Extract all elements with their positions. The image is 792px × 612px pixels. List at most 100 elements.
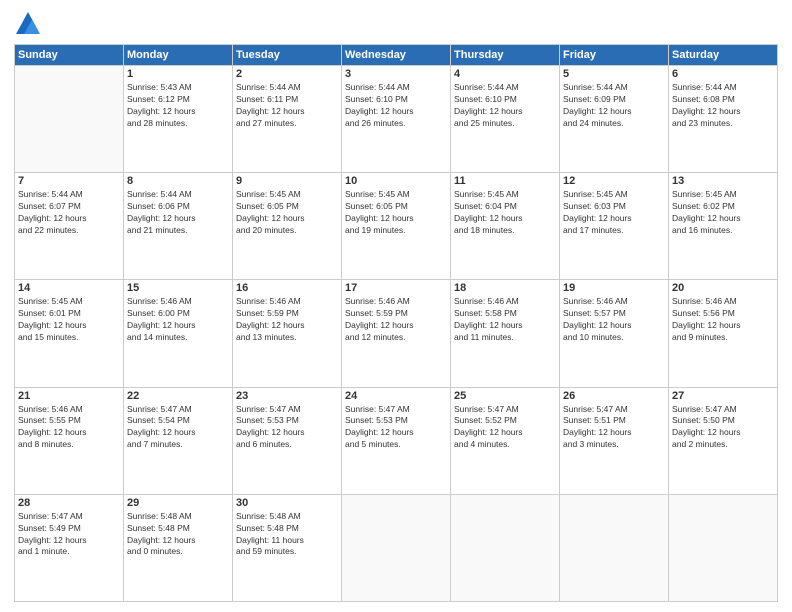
day-info: Sunrise: 5:46 AM Sunset: 5:58 PM Dayligh…	[454, 296, 556, 344]
day-info: Sunrise: 5:45 AM Sunset: 6:05 PM Dayligh…	[236, 189, 338, 237]
day-number: 18	[454, 282, 556, 294]
day-number: 28	[18, 497, 120, 509]
calendar-cell: 27 Sunrise: 5:47 AM Sunset: 5:50 PM Dayli…	[669, 387, 778, 494]
weekday-header-tuesday: Tuesday	[233, 45, 342, 66]
calendar-cell	[342, 494, 451, 601]
day-number: 6	[672, 68, 774, 80]
page: SundayMondayTuesdayWednesdayThursdayFrid…	[0, 0, 792, 612]
day-number: 3	[345, 68, 447, 80]
calendar-cell: 30 Sunrise: 5:48 AM Sunset: 5:48 PM Dayli…	[233, 494, 342, 601]
day-number: 7	[18, 175, 120, 187]
calendar-cell: 19 Sunrise: 5:46 AM Sunset: 5:57 PM Dayli…	[560, 280, 669, 387]
day-number: 27	[672, 390, 774, 402]
calendar-cell	[560, 494, 669, 601]
calendar-cell: 18 Sunrise: 5:46 AM Sunset: 5:58 PM Dayli…	[451, 280, 560, 387]
day-number: 20	[672, 282, 774, 294]
weekday-header-saturday: Saturday	[669, 45, 778, 66]
calendar-table: SundayMondayTuesdayWednesdayThursdayFrid…	[14, 44, 778, 602]
calendar-cell: 4 Sunrise: 5:44 AM Sunset: 6:10 PM Daylig…	[451, 66, 560, 173]
calendar-cell: 20 Sunrise: 5:46 AM Sunset: 5:56 PM Dayli…	[669, 280, 778, 387]
day-info: Sunrise: 5:47 AM Sunset: 5:53 PM Dayligh…	[345, 404, 447, 452]
day-number: 25	[454, 390, 556, 402]
calendar-week-row: 7 Sunrise: 5:44 AM Sunset: 6:07 PM Daylig…	[15, 173, 778, 280]
day-number: 2	[236, 68, 338, 80]
day-info: Sunrise: 5:45 AM Sunset: 6:01 PM Dayligh…	[18, 296, 120, 344]
calendar-cell	[669, 494, 778, 601]
day-number: 21	[18, 390, 120, 402]
day-info: Sunrise: 5:46 AM Sunset: 6:00 PM Dayligh…	[127, 296, 229, 344]
calendar-cell: 14 Sunrise: 5:45 AM Sunset: 6:01 PM Dayli…	[15, 280, 124, 387]
day-info: Sunrise: 5:45 AM Sunset: 6:02 PM Dayligh…	[672, 189, 774, 237]
day-info: Sunrise: 5:47 AM Sunset: 5:52 PM Dayligh…	[454, 404, 556, 452]
calendar-cell: 5 Sunrise: 5:44 AM Sunset: 6:09 PM Daylig…	[560, 66, 669, 173]
day-number: 4	[454, 68, 556, 80]
weekday-header-row: SundayMondayTuesdayWednesdayThursdayFrid…	[15, 45, 778, 66]
day-info: Sunrise: 5:46 AM Sunset: 5:59 PM Dayligh…	[236, 296, 338, 344]
day-number: 24	[345, 390, 447, 402]
day-info: Sunrise: 5:48 AM Sunset: 5:48 PM Dayligh…	[127, 511, 229, 559]
calendar-cell: 11Sunrise: 5:45 AM Sunset: 6:04 PM Dayli…	[451, 173, 560, 280]
calendar-week-row: 28 Sunrise: 5:47 AM Sunset: 5:49 PM Dayli…	[15, 494, 778, 601]
calendar-cell: 22Sunrise: 5:47 AM Sunset: 5:54 PM Dayli…	[124, 387, 233, 494]
day-info: Sunrise: 5:44 AM Sunset: 6:06 PM Dayligh…	[127, 189, 229, 237]
day-info: Sunrise: 5:46 AM Sunset: 5:56 PM Dayligh…	[672, 296, 774, 344]
calendar-cell: 12 Sunrise: 5:45 AM Sunset: 6:03 PM Dayli…	[560, 173, 669, 280]
calendar-week-row: 14 Sunrise: 5:45 AM Sunset: 6:01 PM Dayli…	[15, 280, 778, 387]
calendar-week-row: 21Sunrise: 5:46 AM Sunset: 5:55 PM Dayli…	[15, 387, 778, 494]
day-number: 13	[672, 175, 774, 187]
day-info: Sunrise: 5:44 AM Sunset: 6:07 PM Dayligh…	[18, 189, 120, 237]
day-info: Sunrise: 5:46 AM Sunset: 5:59 PM Dayligh…	[345, 296, 447, 344]
calendar-cell: 25 Sunrise: 5:47 AM Sunset: 5:52 PM Dayli…	[451, 387, 560, 494]
calendar-cell: 17 Sunrise: 5:46 AM Sunset: 5:59 PM Dayli…	[342, 280, 451, 387]
day-number: 17	[345, 282, 447, 294]
calendar-cell: 7 Sunrise: 5:44 AM Sunset: 6:07 PM Daylig…	[15, 173, 124, 280]
calendar-cell: 6 Sunrise: 5:44 AM Sunset: 6:08 PM Daylig…	[669, 66, 778, 173]
calendar-cell: 10Sunrise: 5:45 AM Sunset: 6:05 PM Dayli…	[342, 173, 451, 280]
calendar-cell: 24 Sunrise: 5:47 AM Sunset: 5:53 PM Dayli…	[342, 387, 451, 494]
logo-icon	[14, 10, 42, 38]
calendar-cell: 28 Sunrise: 5:47 AM Sunset: 5:49 PM Dayli…	[15, 494, 124, 601]
day-number: 23	[236, 390, 338, 402]
day-info: Sunrise: 5:45 AM Sunset: 6:04 PM Dayligh…	[454, 189, 556, 237]
calendar-cell: 8 Sunrise: 5:44 AM Sunset: 6:06 PM Daylig…	[124, 173, 233, 280]
day-info: Sunrise: 5:43 AM Sunset: 6:12 PM Dayligh…	[127, 82, 229, 130]
day-number: 10	[345, 175, 447, 187]
day-number: 16	[236, 282, 338, 294]
calendar-cell: 21Sunrise: 5:46 AM Sunset: 5:55 PM Dayli…	[15, 387, 124, 494]
day-info: Sunrise: 5:47 AM Sunset: 5:53 PM Dayligh…	[236, 404, 338, 452]
logo	[14, 10, 46, 38]
day-number: 12	[563, 175, 665, 187]
day-number: 14	[18, 282, 120, 294]
day-info: Sunrise: 5:44 AM Sunset: 6:09 PM Dayligh…	[563, 82, 665, 130]
day-number: 5	[563, 68, 665, 80]
day-info: Sunrise: 5:47 AM Sunset: 5:50 PM Dayligh…	[672, 404, 774, 452]
calendar-cell: 9 Sunrise: 5:45 AM Sunset: 6:05 PM Daylig…	[233, 173, 342, 280]
day-number: 22	[127, 390, 229, 402]
day-info: Sunrise: 5:44 AM Sunset: 6:10 PM Dayligh…	[454, 82, 556, 130]
calendar-cell: 2Sunrise: 5:44 AM Sunset: 6:11 PM Daylig…	[233, 66, 342, 173]
weekday-header-thursday: Thursday	[451, 45, 560, 66]
calendar-cell: 3Sunrise: 5:44 AM Sunset: 6:10 PM Daylig…	[342, 66, 451, 173]
weekday-header-wednesday: Wednesday	[342, 45, 451, 66]
calendar-cell: 1Sunrise: 5:43 AM Sunset: 6:12 PM Daylig…	[124, 66, 233, 173]
weekday-header-friday: Friday	[560, 45, 669, 66]
day-number: 30	[236, 497, 338, 509]
day-info: Sunrise: 5:44 AM Sunset: 6:08 PM Dayligh…	[672, 82, 774, 130]
calendar-cell: 13 Sunrise: 5:45 AM Sunset: 6:02 PM Dayli…	[669, 173, 778, 280]
day-number: 29	[127, 497, 229, 509]
calendar-cell	[451, 494, 560, 601]
day-info: Sunrise: 5:45 AM Sunset: 6:03 PM Dayligh…	[563, 189, 665, 237]
calendar-cell	[15, 66, 124, 173]
weekday-header-sunday: Sunday	[15, 45, 124, 66]
day-info: Sunrise: 5:47 AM Sunset: 5:51 PM Dayligh…	[563, 404, 665, 452]
day-info: Sunrise: 5:47 AM Sunset: 5:49 PM Dayligh…	[18, 511, 120, 559]
day-number: 19	[563, 282, 665, 294]
calendar-cell: 15 Sunrise: 5:46 AM Sunset: 6:00 PM Dayli…	[124, 280, 233, 387]
day-info: Sunrise: 5:48 AM Sunset: 5:48 PM Dayligh…	[236, 511, 338, 559]
day-info: Sunrise: 5:46 AM Sunset: 5:57 PM Dayligh…	[563, 296, 665, 344]
calendar-cell: 16 Sunrise: 5:46 AM Sunset: 5:59 PM Dayli…	[233, 280, 342, 387]
day-number: 15	[127, 282, 229, 294]
day-number: 8	[127, 175, 229, 187]
header	[14, 10, 778, 38]
day-number: 9	[236, 175, 338, 187]
